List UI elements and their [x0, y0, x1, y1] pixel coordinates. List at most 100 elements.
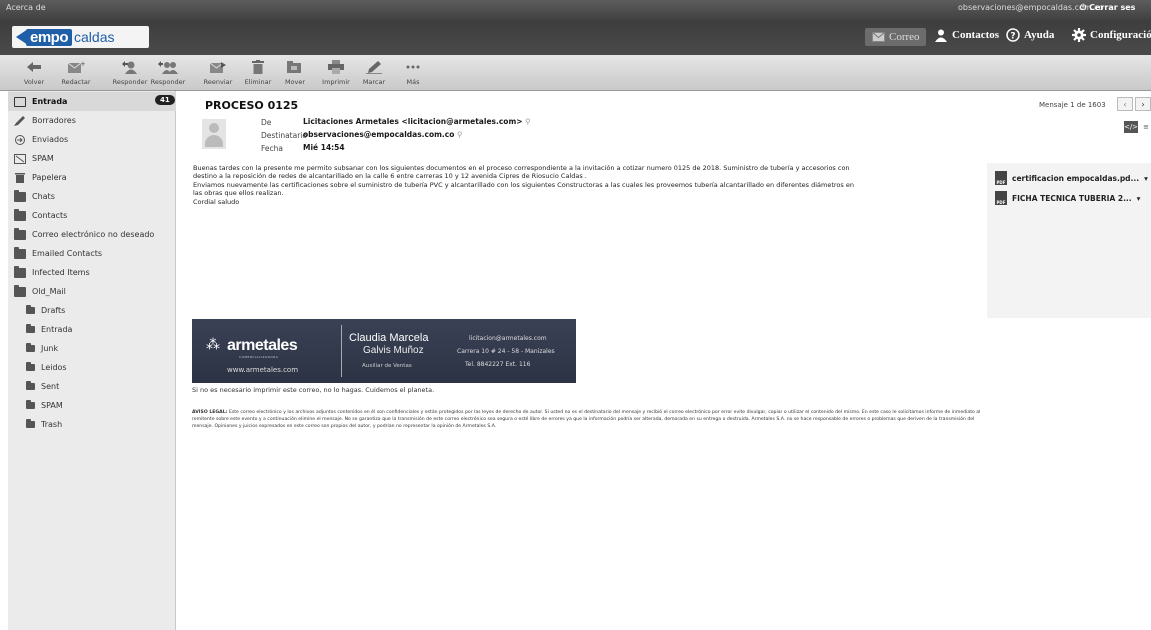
- mark-label: Marcar: [362, 78, 386, 86]
- date-label: Fecha: [261, 144, 283, 153]
- message-body: Buenas tardes con la presente me permito…: [193, 164, 973, 206]
- signature-website: www.armetales.com: [227, 366, 299, 374]
- prev-message-button[interactable]: ‹: [1117, 97, 1133, 111]
- forward-button[interactable]: Reenviar: [196, 57, 240, 86]
- nav-correo[interactable]: Correo: [865, 28, 926, 46]
- folder-label: SPAM: [32, 154, 54, 163]
- folder-contacts[interactable]: Contacts: [8, 206, 176, 225]
- folder-infected-items[interactable]: Infected Items: [8, 263, 176, 282]
- plain-view-icon[interactable]: ≡: [1139, 121, 1151, 133]
- nav-contactos[interactable]: Contactos: [934, 28, 999, 42]
- body-line: Enviamos nuevamente las certificaciones …: [193, 180, 854, 189]
- reply-label: Responder: [112, 78, 148, 86]
- folder-old-entrada[interactable]: Entrada: [8, 320, 176, 339]
- reply-icon: [121, 57, 139, 77]
- chevron-down-icon[interactable]: ▾: [1137, 194, 1141, 203]
- signature-phone: Tel. 8842227 Ext. 116: [465, 361, 531, 368]
- nav-ayuda[interactable]: ? Ayuda: [1006, 28, 1054, 42]
- from-value[interactable]: Licitaciones Armetales <licitacion@armet…: [303, 117, 531, 126]
- folder-entrada[interactable]: Entrada 41: [8, 92, 176, 111]
- mark-button[interactable]: Marcar: [352, 57, 396, 86]
- more-button[interactable]: Más: [391, 57, 435, 86]
- signature-tagline: COMERCIALIZADORA: [239, 355, 279, 359]
- message-counter: Mensaje 1 de 1603: [1039, 101, 1106, 109]
- email-signature-banner: ⁂ armetales COMERCIALIZADORA www.armetal…: [192, 319, 576, 383]
- attachment-name: FICHA TECNICA TUBERIA 2...: [1012, 193, 1132, 203]
- add-contact-icon[interactable]: ⚲: [525, 117, 531, 126]
- folder-leidos[interactable]: Leidos: [8, 358, 176, 377]
- folder-borradores[interactable]: Borradores: [8, 111, 176, 130]
- next-message-button[interactable]: ›: [1135, 97, 1151, 111]
- folder-label: Entrada: [41, 325, 73, 334]
- inbox-icon: [14, 96, 26, 107]
- body-line: destino a la reposición de redes de alca…: [193, 172, 587, 181]
- folder-icon: [14, 208, 26, 221]
- message-subject: PROCESO 0125: [205, 99, 299, 112]
- folder-correo-no-deseado[interactable]: Correo electrónico no deseado: [8, 225, 176, 244]
- signature-address: Carrera 10 # 24 - 58 - Manizales: [457, 348, 555, 355]
- folder-chats[interactable]: Chats: [8, 187, 176, 206]
- chevron-down-icon[interactable]: ▾: [1144, 174, 1148, 183]
- folder-label: Trash: [41, 420, 63, 429]
- forward-icon: [209, 57, 227, 77]
- nav-contactos-label: Contactos: [952, 29, 1000, 41]
- pdf-icon: PDF: [995, 171, 1007, 185]
- folder-icon: [26, 343, 35, 352]
- sender-avatar: [202, 119, 226, 149]
- folder-label: Borradores: [32, 116, 76, 125]
- delete-label: Eliminar: [244, 78, 272, 86]
- folder-trash[interactable]: Trash: [8, 415, 176, 434]
- html-view-icon[interactable]: </>: [1124, 121, 1138, 133]
- to-address: observaciones@empocaldas.com.co: [303, 130, 455, 139]
- from-label: De: [261, 118, 272, 127]
- folder-old-spam[interactable]: SPAM: [8, 396, 176, 415]
- folder-junk[interactable]: Junk: [8, 339, 176, 358]
- body-line: Cordial saludo: [193, 197, 240, 206]
- back-arrow-icon: [26, 57, 42, 77]
- attachment-item[interactable]: PDF certificacion empocaldas.pd... ▾: [995, 171, 1148, 185]
- person-icon: [934, 28, 948, 42]
- folder-icon: [26, 305, 35, 314]
- message-toolbar: Volver + Redactar Responder Responder Re…: [0, 55, 1151, 91]
- gear-icon: [1072, 28, 1086, 42]
- compose-button[interactable]: + Redactar: [54, 57, 98, 86]
- signature-name: Claudia Marcela: [349, 332, 429, 344]
- folder-spam[interactable]: SPAM: [8, 149, 176, 168]
- folder-label: Contacts: [32, 211, 68, 220]
- nav-ayuda-label: Ayuda: [1024, 29, 1055, 41]
- legal-title: AVISO LEGAL:: [192, 410, 228, 415]
- folder-papelera[interactable]: Papelera: [8, 168, 176, 187]
- print-label: Imprimir: [322, 78, 350, 86]
- move-button[interactable]: Mover: [273, 57, 317, 86]
- pencil-icon: [14, 115, 26, 126]
- envelope-icon: [871, 30, 885, 44]
- nav-configuracion[interactable]: Configuración: [1072, 28, 1151, 42]
- compose-label: Redactar: [61, 78, 91, 86]
- about-link[interactable]: Acerca de: [6, 3, 46, 12]
- empocaldas-logo[interactable]: empo caldas: [12, 26, 149, 48]
- folder-drafts[interactable]: Drafts: [8, 301, 176, 320]
- attachment-name: certificacion empocaldas.pd...: [1012, 173, 1140, 183]
- nav-configuracion-label: Configuración: [1090, 29, 1151, 41]
- folder-old-mail[interactable]: Old_Mail: [8, 282, 176, 301]
- reply-all-button[interactable]: Responder: [146, 57, 190, 86]
- to-value[interactable]: observaciones@empocaldas.com.co ⚲: [303, 130, 463, 139]
- attachment-item[interactable]: PDF FICHA TECNICA TUBERIA 2... ▾: [995, 191, 1140, 205]
- spam-icon: [14, 153, 26, 164]
- folder-emailed-contacts[interactable]: Emailed Contacts: [8, 244, 176, 263]
- move-label: Mover: [284, 78, 306, 86]
- svg-text:?: ?: [1010, 32, 1015, 42]
- folder-sent[interactable]: Sent: [8, 377, 176, 396]
- signature-brand: armetales: [227, 337, 298, 354]
- folder-icon: [26, 324, 35, 333]
- from-address: Licitaciones Armetales <licitacion@armet…: [303, 117, 523, 126]
- back-button[interactable]: Volver: [12, 57, 56, 86]
- folder-enviados[interactable]: Enviados: [8, 130, 176, 149]
- add-contact-icon[interactable]: ⚲: [457, 130, 463, 139]
- more-label: Más: [406, 78, 420, 86]
- body-line: las obras que ellos realizan.: [193, 189, 284, 198]
- signature-divider: [341, 325, 342, 377]
- more-dots-icon: [406, 57, 420, 77]
- power-icon: ⏻: [1080, 3, 1087, 12]
- logout-link[interactable]: ⏻ Cerrar ses: [1080, 3, 1135, 13]
